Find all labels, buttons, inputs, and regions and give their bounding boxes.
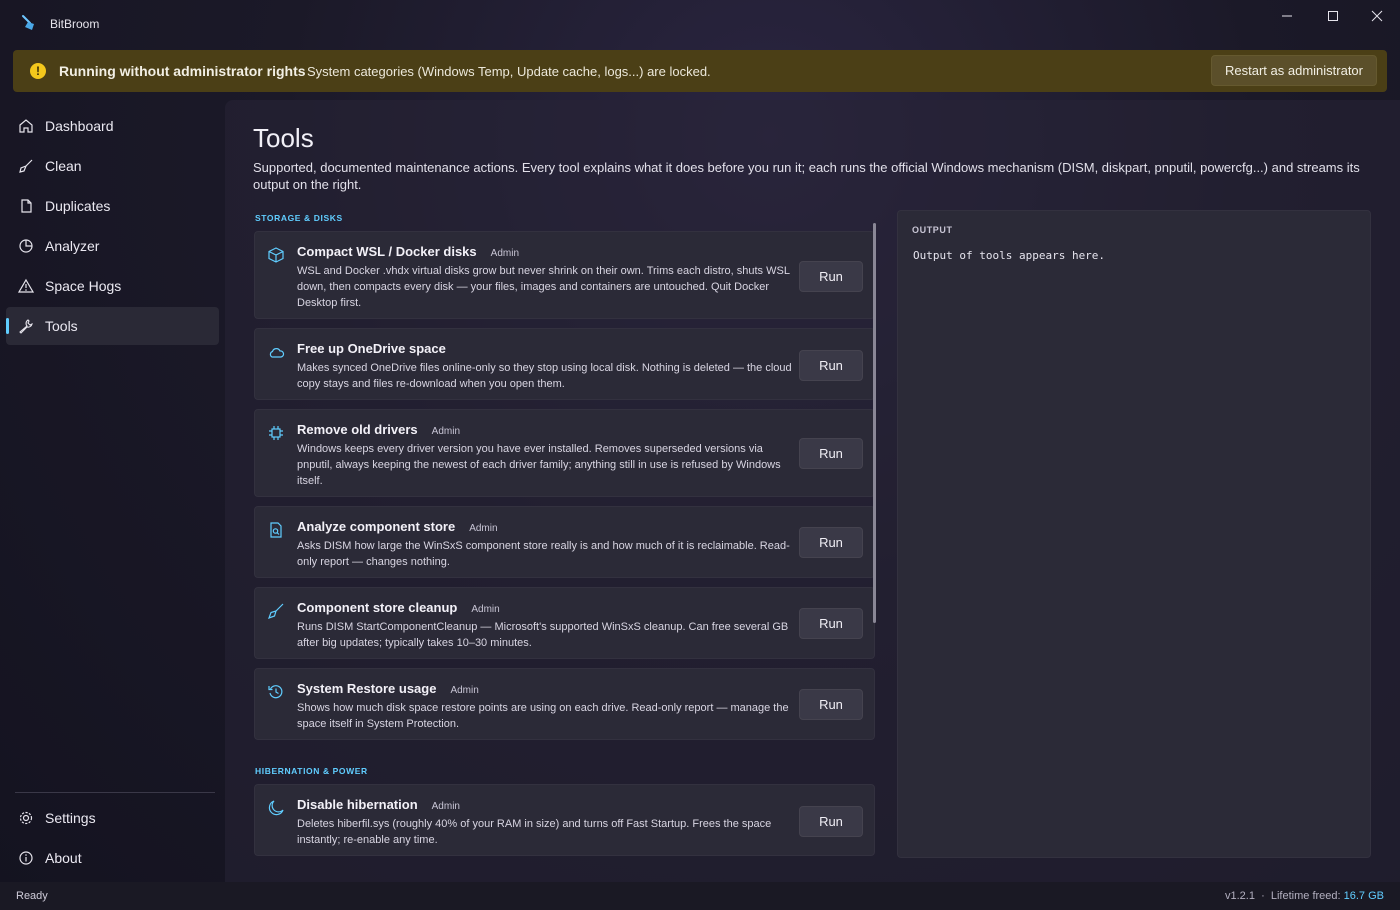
tool-description: Asks DISM how large the WinSxS component… — [297, 540, 790, 568]
sidebar-item-tools[interactable]: Tools — [6, 307, 219, 345]
app-title: BitBroom — [50, 17, 100, 31]
broom-icon — [19, 159, 33, 173]
close-button[interactable] — [1354, 0, 1400, 32]
moon-icon — [268, 800, 284, 816]
run-button[interactable]: Run — [799, 689, 863, 720]
status-text: Ready — [16, 890, 48, 902]
lifetime-freed-label: Lifetime freed: — [1270, 890, 1341, 902]
pie-chart-icon — [19, 239, 33, 253]
tool-description: Runs DISM StartComponentCleanup — Micros… — [297, 621, 789, 649]
warning-icon — [18, 278, 34, 293]
app-window: BitBroom ! Running without administrator… — [0, 0, 1400, 910]
broom-logo-icon — [22, 15, 34, 30]
output-panel: OUTPUT Output of tools appears here. — [897, 210, 1371, 858]
active-indicator — [6, 318, 9, 334]
run-button[interactable]: Run — [799, 608, 863, 639]
tool-card: System Restore usage Admin Shows how much… — [254, 668, 875, 740]
maximize-icon — [1328, 11, 1338, 21]
warning-icon: ! — [30, 63, 46, 79]
sidebar-item-duplicates[interactable]: Duplicates — [6, 187, 219, 225]
lifetime-freed-value: 16.7 GB — [1343, 890, 1384, 902]
duplicate-icon — [21, 199, 32, 213]
maximize-button[interactable] — [1310, 0, 1356, 32]
close-icon — [1371, 10, 1383, 22]
minimize-button[interactable] — [1264, 0, 1310, 32]
tool-card: Compact WSL / Docker disks Admin WSL and … — [254, 231, 875, 319]
sidebar-item-label: Space Hogs — [45, 278, 122, 294]
tool-title: Disable hibernation Admin — [297, 797, 460, 812]
tool-title: Remove old drivers Admin — [297, 422, 461, 437]
run-button[interactable]: Run — [799, 527, 863, 558]
tool-title: Free up OneDrive space — [297, 341, 446, 356]
sidebar-item-settings[interactable]: Settings — [6, 799, 219, 837]
version-label: v1.2.1 — [1224, 890, 1255, 902]
sidebar-item-label: Dashboard — [45, 118, 114, 134]
tool-card: Free up OneDrive space Makes synced OneD… — [254, 328, 875, 400]
sidebar-item-about[interactable]: About — [6, 839, 219, 877]
admin-badge: Admin — [431, 801, 460, 812]
output-text: Output of tools appears here. — [913, 249, 1106, 262]
tool-title: Compact WSL / Docker disks Admin — [297, 244, 520, 259]
sidebar-item-label: Tools — [45, 318, 78, 334]
tool-description: Makes synced OneDrive files online-only … — [297, 362, 792, 390]
tool-description: Shows how much disk space restore points… — [297, 702, 789, 730]
status-bar: Ready v1.2.1 · Lifetime freed: 16.7 GB — [0, 882, 1400, 910]
chip-icon — [269, 426, 283, 440]
status-separator: · — [1261, 890, 1265, 902]
sidebar-item-label: About — [45, 850, 82, 866]
tool-card: Analyze component store Admin Asks DISM h… — [254, 506, 875, 578]
page-description: Supported, documented maintenance action… — [253, 160, 1360, 192]
sidebar-item-dashboard[interactable]: Dashboard — [6, 107, 219, 145]
history-icon — [268, 685, 283, 699]
title-bar: BitBroom — [0, 0, 1400, 48]
wrench-icon — [19, 319, 33, 334]
tool-card: Remove old drivers Admin Windows keeps ev… — [254, 409, 875, 497]
cube-icon — [268, 247, 284, 263]
sidebar-item-analyzer[interactable]: Analyzer — [6, 227, 219, 265]
status-summary: v1.2.1 · Lifetime freed: 16.7 GB — [1225, 890, 1384, 902]
admin-badge: Admin — [469, 523, 498, 534]
restart-as-admin-button[interactable]: Restart as administrator — [1211, 55, 1377, 86]
run-button[interactable]: Run — [799, 806, 863, 837]
admin-badge: Admin — [471, 604, 500, 615]
sidebar-item-label: Analyzer — [45, 238, 100, 254]
admin-warning-banner: ! Running without administrator rights S… — [13, 50, 1387, 92]
sidebar-item-label: Clean — [45, 158, 82, 174]
tools-scrollbar[interactable] — [873, 223, 876, 623]
sidebar-item-label: Duplicates — [45, 198, 111, 214]
document-search-icon — [270, 522, 282, 538]
home-icon — [19, 119, 33, 133]
sidebar-divider — [15, 792, 215, 793]
broom-icon — [267, 603, 284, 620]
admin-badge: Admin — [490, 248, 520, 259]
minimize-icon — [1282, 15, 1292, 17]
gear-icon — [19, 811, 33, 825]
tool-description: Windows keeps every driver version you h… — [297, 443, 781, 487]
section-header-hibernation: HIBERNATION & POWER — [255, 766, 368, 776]
tool-title: Component store cleanup Admin — [297, 600, 500, 615]
tool-card: Disable hibernation Admin Deletes hiberfi… — [254, 784, 875, 856]
info-icon — [19, 851, 33, 865]
tool-description: WSL and Docker .vhdx virtual disks grow … — [297, 265, 790, 309]
tool-title: Analyze component store Admin — [297, 519, 498, 534]
admin-badge: Admin — [450, 685, 479, 696]
sidebar-item-clean[interactable]: Clean — [6, 147, 219, 185]
cloud-icon — [269, 348, 285, 358]
banner-title: Running without administrator rights — [59, 63, 306, 79]
sidebar-item-label: Settings — [45, 810, 96, 826]
banner-message: System categories (Windows Temp, Update … — [307, 64, 711, 79]
section-header-storage: STORAGE & DISKS — [255, 213, 343, 223]
tool-description: Deletes hiberfil.sys (roughly 40% of you… — [297, 818, 772, 846]
sidebar-item-space-hogs[interactable]: Space Hogs — [6, 267, 219, 305]
admin-badge: Admin — [431, 426, 461, 437]
tool-title: System Restore usage Admin — [297, 681, 479, 696]
run-button[interactable]: Run — [799, 261, 863, 292]
run-button[interactable]: Run — [799, 438, 863, 469]
tool-card: Component store cleanup Admin Runs DISM S… — [254, 587, 875, 659]
output-title: OUTPUT — [912, 225, 953, 235]
page-title: Tools — [253, 123, 314, 153]
run-button[interactable]: Run — [799, 350, 863, 381]
